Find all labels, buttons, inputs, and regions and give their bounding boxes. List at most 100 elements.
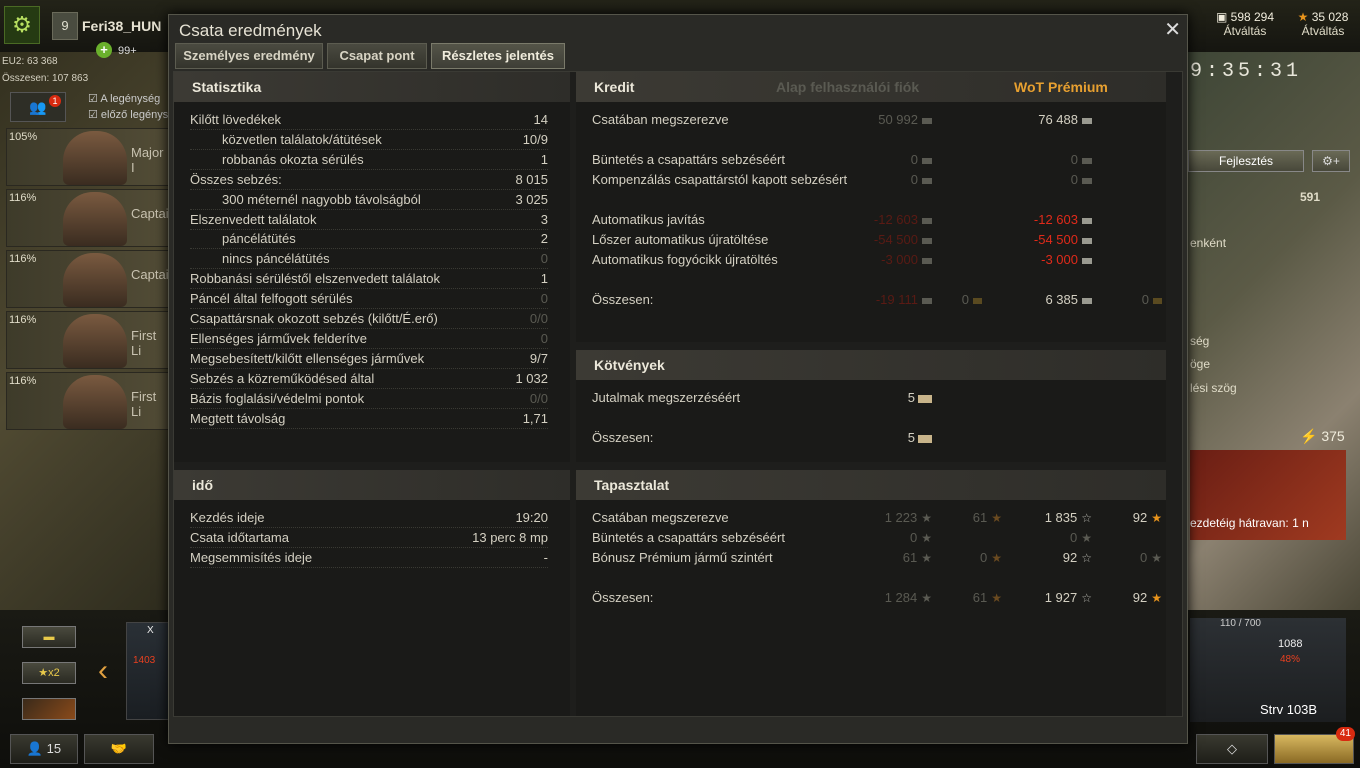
gold-star-icon: ★ (1297, 10, 1309, 24)
credit-prem-value: 0 (1070, 152, 1078, 167)
bonds-total-row: Összesen: 5 (592, 428, 1172, 448)
xp-star-icon: ☆ (1081, 551, 1092, 565)
close-icon[interactable]: ✕ (1164, 17, 1181, 42)
time-header: idő (174, 470, 570, 500)
crew-portrait (63, 375, 127, 429)
settings-gear-icon[interactable]: ⚙ (4, 6, 40, 44)
stat-label: közvetlen találatok/átütések (222, 131, 382, 147)
gold-icon (1153, 297, 1162, 304)
credit-label: Automatikus javítás (592, 212, 705, 227)
tab-detailed-report[interactable]: Részletes jelentés (431, 43, 565, 69)
store-button[interactable]: 41 (1274, 727, 1355, 764)
crew-member-3[interactable]: 116% Captain (6, 250, 176, 308)
barracks-button[interactable]: 👥 1 (10, 92, 66, 122)
stat-label: Páncél által felfogott sérülés (190, 291, 353, 307)
stat-row: Kilőtt lövedékek 14 (190, 110, 548, 130)
stat-row: Páncél által felfogott sérülés 0 (190, 289, 548, 310)
window-title: Csata eredmények (179, 21, 322, 40)
bond-amount: ⚡ 375 (1300, 428, 1345, 445)
credit-total-label: Összesen: (592, 292, 654, 307)
xp-row: Büntetés a csapattárs sebzéséért 0 ★ 0 ★ (592, 528, 1172, 548)
crew-checkbox-2[interactable]: ☑ előző legénység (88, 108, 180, 121)
stat-591: 591 (1300, 190, 1321, 204)
crew-name: First Li (131, 389, 157, 419)
player-name[interactable]: Feri38_HUN (82, 18, 161, 34)
platoon-button[interactable]: 👤 15 (10, 734, 78, 764)
xp-prem: 92 ☆ (992, 548, 1092, 568)
crew-member-5[interactable]: 116% First Li (6, 372, 170, 430)
bonds-total-label: Összesen: (592, 430, 654, 445)
tab-personal-result[interactable]: Személyes eredmény (175, 43, 323, 69)
credit-icon (922, 157, 932, 164)
stat-row: Bázis foglalási/védelmi pontok 0/0 (190, 389, 548, 409)
credit-icon (1082, 297, 1092, 304)
crew-checkbox-1[interactable]: ☑ A legénység (88, 92, 160, 105)
credits-amount: 598 294 (1230, 10, 1275, 24)
credit-total-base-gold: 0 (932, 290, 982, 310)
credit-label: Büntetés a csapattárs sebzéséért (592, 152, 785, 167)
eu2-counter: EU2: 63 368 (2, 56, 58, 67)
total-counter: Összesen: 107 863 (2, 73, 89, 84)
player-level-badge: 9 (52, 12, 78, 40)
xp-star-icon: ☆ (1081, 511, 1092, 525)
credits-exchange-label: Átváltás (1223, 24, 1267, 38)
promo-banner[interactable]: ezdetéig hátravan: 1 n (1190, 450, 1346, 540)
tank-filter-button[interactable]: ▬ (22, 626, 76, 648)
stat-value: 9/7 (529, 350, 548, 366)
xp-total-prem-free-value: 92 (1132, 590, 1148, 605)
bonds-header: Kötvények (576, 350, 1166, 380)
credit-total-row: Összesen: -19 111 0 6 385 0 (592, 290, 1172, 310)
stat-label: Sebzés a közreműködésed által (190, 370, 375, 386)
carousel-left-arrow[interactable]: ‹ (98, 654, 108, 688)
credit-total-base-gold-value: 0 (961, 292, 969, 307)
stat-label: Bázis foglalási/védelmi pontok (190, 390, 365, 406)
credits-display[interactable]: ▣ 598 294 Átváltás (1206, 10, 1284, 38)
tab-team-score[interactable]: Csapat pont (327, 43, 427, 69)
tank-percent: 48% (1280, 654, 1301, 665)
clock: 9:35:31 (1190, 60, 1303, 83)
stat-value: 2 (540, 231, 548, 247)
credit-label: Kompenzálás csapattárstól kapott sebzésé… (592, 172, 848, 187)
plus-count: 99+ (118, 45, 137, 57)
premium-filter-button[interactable] (22, 698, 76, 720)
crew-member-2[interactable]: 116% Captain (6, 189, 176, 247)
credit-base-value: -54 500 (873, 232, 918, 247)
crew-member-1[interactable]: 105% Major I (6, 128, 170, 186)
time-value: 19:20 (515, 510, 548, 525)
stat-row: nincs páncélátütés 0 (190, 249, 548, 270)
add-friend-icon[interactable]: + (96, 42, 112, 58)
credits-icon: ▣ (1215, 10, 1228, 24)
xp-label: Bónusz Prémium jármű szintért (592, 550, 773, 565)
stat-value: 3 (540, 211, 548, 227)
crew-portrait (63, 192, 127, 246)
tank-card-left[interactable]: X 1403 (126, 622, 170, 720)
xp-row: Csatában megszerezve 1 223 ★ 61 ★ 1 835 ☆ 9… (592, 508, 1172, 528)
bonds-value: 5 (832, 388, 932, 408)
diamond-button[interactable]: ◇ (1196, 734, 1268, 764)
crew-pct: 116% (9, 375, 37, 387)
bond-icon (918, 394, 932, 403)
results-content: Statisztika Kilőtt lövedékek 14 közvetlen … (173, 71, 1183, 717)
credit-base-value: -3 000 (881, 252, 918, 267)
upgrade-button[interactable]: Fejlesztés (1188, 150, 1304, 172)
time-row-start: Kezdés ideje 19:20 (190, 508, 548, 528)
stat-label: robbanás okozta sérülés (222, 151, 364, 167)
bond-amount-value: 375 (1321, 428, 1345, 444)
time-row-duration: Csata időtartama 13 perc 8 mp (190, 528, 548, 548)
xp-star-icon: ☆ (1081, 591, 1092, 605)
tank-card-right[interactable]: 110 / 700 1088 48% Strv 103B (1190, 618, 1346, 722)
xp-prem-value: 92 (1062, 550, 1078, 565)
xp-base: 1 223 ★ (832, 508, 932, 528)
time-label: Csata időtartama (190, 530, 289, 545)
crew-member-4[interactable]: 116% First Li (6, 311, 170, 369)
xp-multiplier-button[interactable]: ★x2 (22, 662, 76, 684)
tank-number: 1088 (1278, 638, 1303, 650)
handshake-button[interactable]: 🤝 (84, 734, 154, 764)
tank-name: Strv 103B (1260, 702, 1318, 717)
xp-total-prem: 1 927 ☆ (992, 588, 1092, 608)
gold-display[interactable]: ★ 35 028 Átváltás (1290, 10, 1356, 38)
vehicle-compare-button[interactable]: ⚙+ (1312, 150, 1350, 172)
credit-row: Automatikus javítás -12 603 -12 603 (592, 210, 1172, 230)
xp-prem-free-value: 0 (1140, 550, 1148, 565)
premium-account-column: WoT Prémium (1014, 79, 1108, 95)
